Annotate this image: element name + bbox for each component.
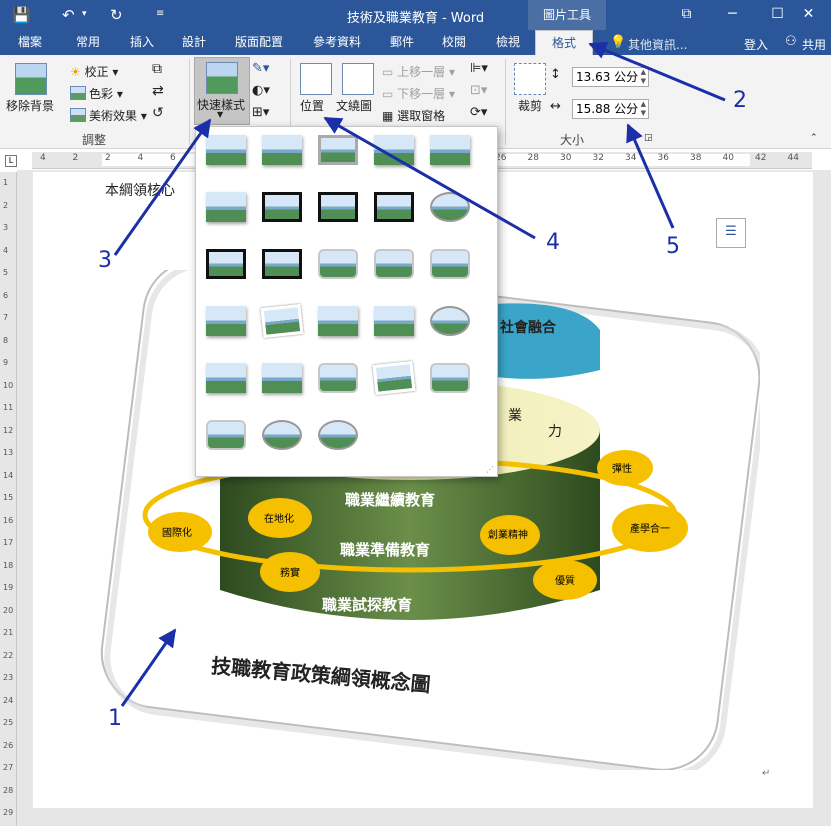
- annotation-4: 4: [546, 230, 560, 255]
- arrow-5: [626, 123, 675, 229]
- arrow-3: [113, 118, 212, 256]
- annotation-layer: [113, 41, 726, 707]
- arrow-4: [323, 116, 536, 240]
- annotation-2: 2: [733, 88, 747, 113]
- annotation-3: 3: [98, 248, 112, 273]
- arrow-1: [120, 628, 177, 707]
- annotation-5: 5: [666, 234, 680, 259]
- arrow-2: [588, 41, 726, 102]
- annotation-1: 1: [108, 706, 122, 731]
